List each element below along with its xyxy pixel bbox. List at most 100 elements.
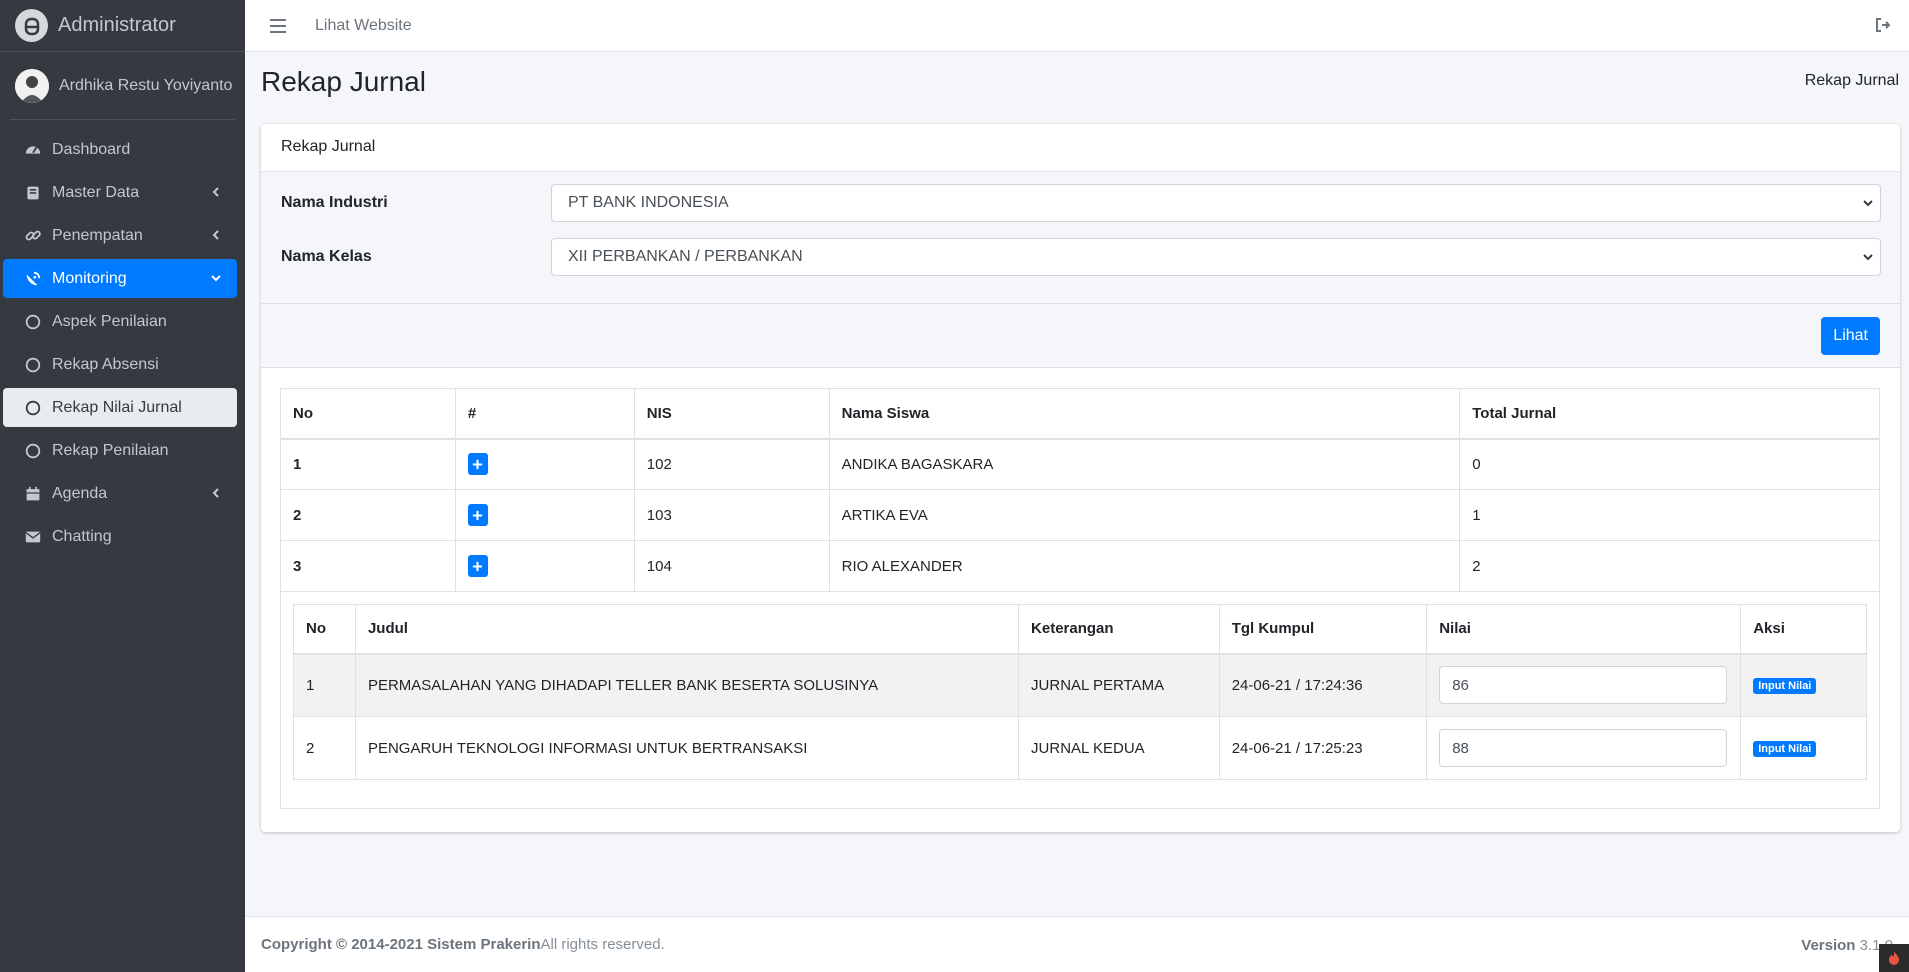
row-nis: 103	[633, 489, 830, 541]
filter-form: Nama Industri PT BANK INDONESIA Nama Kel…	[261, 172, 1900, 304]
chevron-down-icon	[211, 275, 221, 282]
row-total: 0	[1459, 438, 1880, 490]
version-label: Version	[1801, 937, 1856, 954]
table-header-row: No Judul Keterangan Tgl Kumpul Nilai Aks…	[293, 604, 1867, 655]
detail-judul: PERMASALAHAN YANG DIHADAPI TELLER BANK B…	[354, 653, 1020, 717]
sidebar-item-rekap-absensi[interactable]: Rekap Absensi	[3, 345, 237, 384]
column-header: Tgl Kumpul	[1218, 604, 1428, 655]
industri-label: Nama Industri	[281, 194, 388, 211]
button-row: Lihat	[261, 304, 1900, 368]
chevron-down-icon	[1863, 254, 1873, 261]
sidebar-item-agenda[interactable]: Agenda	[3, 474, 237, 513]
breadcrumb: Rekap Jurnal	[1804, 72, 1899, 89]
detail-judul: PENGARUH TEKNOLOGI INFORMASI UNTUK BERTR…	[354, 716, 1020, 780]
brand[interactable]: Administrator	[0, 0, 245, 52]
column-header: NIS	[633, 388, 830, 440]
card-header: Rekap Jurnal	[261, 124, 1900, 172]
row-nama: RIO ALEXANDER	[828, 540, 1461, 592]
sidebar-item-label: Chatting	[52, 527, 112, 545]
circle-icon	[23, 312, 43, 332]
sidebar-item-label: Monitoring	[52, 269, 127, 287]
circle-icon	[23, 398, 43, 418]
calendar-icon	[23, 484, 43, 504]
chevron-left-icon	[212, 488, 219, 498]
sidebar-item-chatting[interactable]: Chatting	[3, 517, 237, 556]
chevron-left-icon	[212, 230, 219, 240]
column-header: No	[280, 388, 456, 440]
sidebar-nav: Dashboard Master Data Penempatan Monitor…	[0, 120, 245, 556]
sidebar-item-label: Agenda	[52, 484, 108, 502]
row-total: 1	[1459, 489, 1880, 541]
sidebar-item-aspek-penilaian[interactable]: Aspek Penilaian	[3, 302, 237, 341]
sidebar-item-label: Rekap Absensi	[52, 355, 159, 373]
footer: Copyright © 2014-2021 Sistem Prakerin Al…	[245, 916, 1909, 972]
kelas-select[interactable]: XII PERBANKAN / PERBANKAN	[551, 238, 1881, 276]
detail-keterangan: JURNAL KEDUA	[1018, 716, 1220, 780]
row-no: 3	[280, 540, 456, 592]
sidebar-item-label: Penempatan	[52, 226, 143, 244]
sidebar-item-label: Rekap Nilai Jurnal	[52, 398, 182, 416]
column-header: Aksi	[1740, 604, 1867, 655]
circle-icon	[23, 355, 43, 375]
industri-select[interactable]: PT BANK INDONESIA	[551, 184, 1881, 222]
table-row: 3 104 RIO ALEXANDER 2	[280, 540, 1880, 592]
envelope-icon	[23, 527, 43, 547]
sidebar-item-rekap-penilaian[interactable]: Rekap Penilaian	[3, 431, 237, 470]
table-header-row: No # NIS Nama Siswa Total Jurnal	[280, 388, 1880, 440]
sidebar-item-penempatan[interactable]: Penempatan	[3, 216, 237, 255]
user-name: Ardhika Restu Yoviyanto	[59, 76, 233, 94]
sidebar-item-dashboard[interactable]: Dashboard	[3, 130, 237, 169]
flame-icon	[1879, 944, 1909, 972]
expand-plus-button[interactable]	[467, 555, 488, 577]
kelas-label: Nama Kelas	[281, 248, 372, 265]
siswa-table: No # NIS Nama Siswa Total Jurnal 1 102 A…	[280, 388, 1880, 809]
sidebar-item-master-data[interactable]: Master Data	[3, 173, 237, 212]
rekap-jurnal-card: Rekap Jurnal Nama Industri PT BANK INDON…	[261, 124, 1900, 832]
row-nama: ANDIKA BAGASKARA	[828, 438, 1461, 490]
link-icon	[23, 226, 43, 246]
table-row: 2 103 ARTIKA EVA 1	[280, 489, 1880, 541]
row-total: 2	[1459, 540, 1880, 592]
logout-icon[interactable]	[1875, 17, 1891, 33]
sidebar-item-rekap-nilai-jurnal[interactable]: Rekap Nilai Jurnal	[3, 388, 237, 427]
expand-plus-button[interactable]	[467, 504, 488, 526]
detail-no: 2	[293, 716, 356, 780]
nilai-input[interactable]: 88	[1439, 729, 1728, 767]
lihat-website-link[interactable]: Lihat Website	[315, 17, 412, 35]
page-title: Rekap Jurnal	[261, 66, 426, 97]
row-no: 2	[280, 489, 456, 541]
brand-title: Administrator	[58, 14, 176, 36]
jurnal-detail-table: No Judul Keterangan Tgl Kumpul Nilai Aks…	[293, 604, 1867, 780]
column-header: Keterangan	[1018, 604, 1220, 655]
detail-tgl: 24-06-21 / 17:25:23	[1218, 716, 1428, 780]
footer-copyright: Copyright © 2014-2021 Sistem Prakerin	[261, 936, 541, 953]
detail-row: No Judul Keterangan Tgl Kumpul Nilai Aks…	[280, 591, 1880, 809]
column-header: Nilai	[1426, 604, 1742, 655]
row-nis: 102	[633, 438, 830, 490]
column-header: #	[454, 388, 635, 440]
user-panel[interactable]: Ardhika Restu Yoviyanto	[10, 52, 235, 120]
nilai-input[interactable]: 86	[1439, 666, 1728, 705]
book-icon	[23, 183, 43, 203]
sidebar-item-monitoring[interactable]: Monitoring	[3, 259, 237, 298]
satellite-dish-icon	[23, 269, 43, 289]
circle-icon	[23, 441, 43, 461]
table-row: 1 102 ANDIKA BAGASKARA 0	[280, 438, 1880, 490]
menu-toggle-icon[interactable]	[269, 17, 287, 35]
tachometer-icon	[23, 140, 43, 160]
column-header: Nama Siswa	[828, 388, 1461, 440]
input-nilai-button[interactable]: Input Nilai	[1753, 741, 1817, 757]
brand-logo-icon	[15, 9, 48, 42]
avatar	[15, 68, 49, 103]
input-nilai-button[interactable]: Input Nilai	[1753, 678, 1817, 695]
sidebar: Administrator Ardhika Restu Yoviyanto Da…	[0, 0, 245, 972]
chevron-down-icon	[1863, 200, 1873, 207]
lihat-button[interactable]: Lihat	[1821, 317, 1880, 355]
expand-plus-button[interactable]	[467, 453, 488, 476]
industri-select-value: PT BANK INDONESIA	[568, 194, 729, 211]
table-row: 1 PERMASALAHAN YANG DIHADAPI TELLER BANK…	[293, 653, 1867, 717]
detail-tgl: 24-06-21 / 17:24:36	[1218, 653, 1428, 717]
detail-keterangan: JURNAL PERTAMA	[1018, 653, 1220, 717]
footer-rights: All rights reserved.	[540, 936, 665, 953]
sidebar-item-label: Rekap Penilaian	[52, 441, 169, 459]
